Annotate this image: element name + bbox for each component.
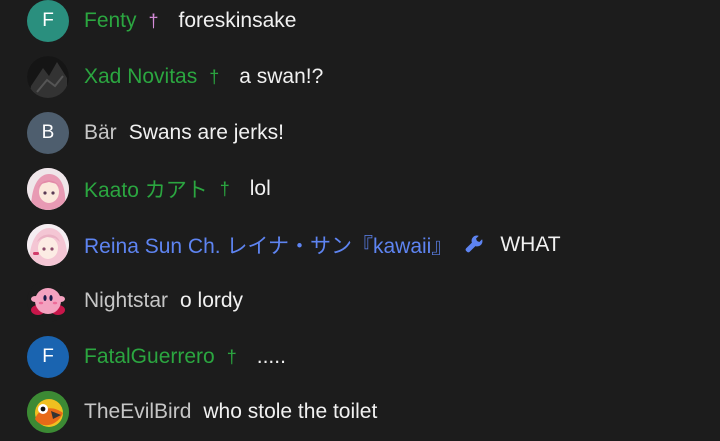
dark-figure-avatar-icon	[27, 56, 69, 98]
author-name[interactable]: Kaato カアト	[84, 174, 208, 204]
chat-message: B Bär Swans are jerks!	[0, 107, 720, 159]
avatar[interactable]	[27, 280, 69, 322]
author-name[interactable]: Reina Sun Ch. レイナ・サン『kawaii』	[84, 230, 452, 260]
message-text: .....	[256, 345, 286, 368]
chat-message: Xad Novitas † a swan!?	[0, 51, 720, 103]
chat-message: F FatalGuerrero † .....	[0, 331, 720, 383]
member-badge-icon: †	[148, 11, 159, 31]
chat-message-line: Kaato カアト † lol	[84, 174, 271, 204]
message-text: who stole the toilet	[203, 400, 378, 423]
chat-message: Kaato カアト † lol	[0, 163, 720, 215]
pink-puffball-avatar-icon	[27, 280, 69, 322]
message-text: WHAT	[500, 233, 561, 256]
wrench-icon	[464, 234, 484, 257]
author-name[interactable]: Bär	[84, 121, 117, 145]
chat-message: Nightstar o lordy	[0, 275, 720, 327]
avatar[interactable]	[27, 56, 69, 98]
member-badge-icon: †	[226, 347, 237, 367]
author-name[interactable]: Fenty	[84, 9, 137, 33]
live-chat-list: F Fenty † foreskinsake Xad Novitas † a s…	[0, 0, 720, 441]
avatar[interactable]	[27, 224, 69, 266]
chat-message-line: Xad Novitas † a swan!?	[84, 65, 323, 89]
member-badge-icon: †	[219, 179, 230, 199]
author-name[interactable]: TheEvilBird	[84, 400, 191, 424]
avatar[interactable]	[27, 391, 69, 433]
avatar[interactable]: B	[27, 112, 69, 154]
message-text: lol	[249, 177, 271, 200]
member-badge-icon: †	[209, 67, 220, 87]
author-name[interactable]: Nightstar	[84, 289, 168, 313]
chat-message-line: Reina Sun Ch. レイナ・サン『kawaii』 WHAT	[84, 230, 561, 260]
message-text: o lordy	[180, 289, 244, 312]
chat-message-line: Bär Swans are jerks!	[84, 121, 284, 145]
chat-message-line: Nightstar o lordy	[84, 289, 243, 313]
author-name[interactable]: Xad Novitas	[84, 65, 197, 89]
chat-message: Reina Sun Ch. レイナ・サン『kawaii』 WHAT	[0, 219, 720, 271]
parrot-avatar-icon	[27, 391, 69, 433]
message-text: Swans are jerks!	[128, 121, 284, 144]
avatar[interactable]	[27, 168, 69, 210]
avatar-letter: F	[42, 10, 54, 31]
avatar-letter: B	[41, 122, 55, 143]
message-text: foreskinsake	[178, 9, 297, 32]
chat-message: TheEvilBird who stole the toilet	[0, 386, 720, 438]
chat-message-line: TheEvilBird who stole the toilet	[84, 400, 377, 424]
avatar[interactable]: F	[27, 336, 69, 378]
message-text: a swan!?	[239, 65, 324, 88]
anime-girl-avatar-icon	[27, 168, 69, 210]
chat-message-line: FatalGuerrero † .....	[84, 345, 286, 369]
anime-girl-avatar-icon	[27, 224, 69, 266]
chat-message-line: Fenty † foreskinsake	[84, 9, 296, 33]
chat-message: F Fenty † foreskinsake	[0, 0, 720, 47]
avatar[interactable]: F	[27, 0, 69, 42]
author-name[interactable]: FatalGuerrero	[84, 345, 215, 369]
avatar-letter: F	[42, 346, 54, 367]
